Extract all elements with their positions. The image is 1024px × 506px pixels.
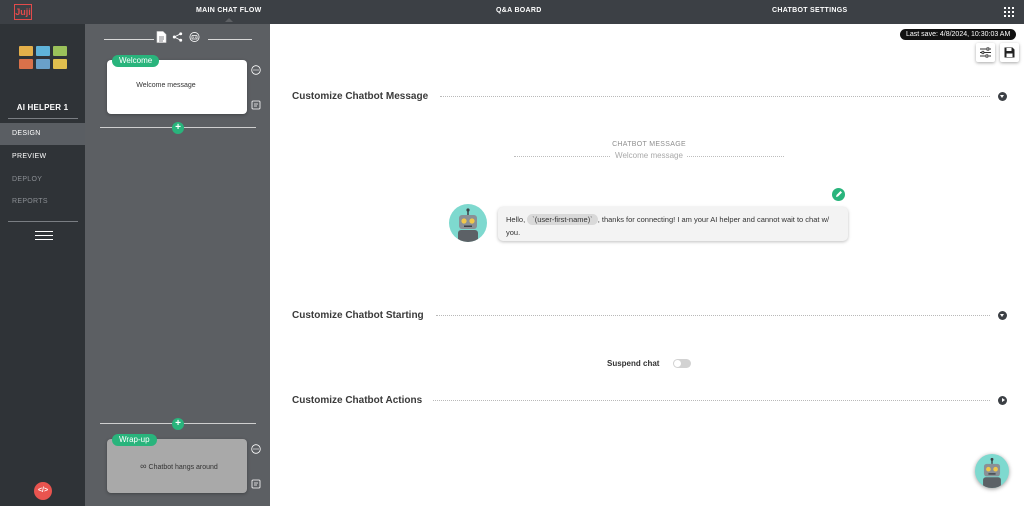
section-title-starting[interactable]: Customize Chatbot Starting (292, 310, 424, 321)
hamburger-icon[interactable] (35, 231, 53, 240)
note-icon[interactable] (251, 479, 261, 489)
tab-chatbot-settings[interactable]: CHATBOT SETTINGS (772, 7, 847, 14)
section-title-actions[interactable]: Customize Chatbot Actions (292, 395, 422, 406)
team-avatars-image (19, 46, 67, 70)
edit-message-button[interactable] (832, 188, 845, 201)
comment-icon[interactable] (251, 65, 261, 75)
suspend-chat-toggle[interactable] (673, 359, 691, 368)
message-name: Welcome message (514, 151, 784, 160)
section-rule (436, 315, 990, 316)
divider (8, 221, 78, 222)
robot-avatar-icon (983, 457, 1001, 488)
infinity-icon: ∞ (140, 461, 147, 471)
menu-item-reports: REPORTS (12, 198, 48, 205)
divider (8, 118, 78, 119)
toolbar-rule (104, 39, 154, 40)
menu-item-deploy: DEPLOY (12, 176, 43, 183)
save-button[interactable] (1000, 43, 1019, 62)
node-label: Welcome message (136, 82, 196, 89)
comment-icon[interactable] (251, 444, 261, 454)
share-icon[interactable] (172, 31, 183, 43)
chatbot-message-label: CHATBOT MESSAGE (612, 141, 686, 148)
chatbot-message-bubble[interactable]: Hello, `(user-first-name)`, thanks for c… (498, 207, 848, 241)
node-tag: Wrap-up (112, 434, 157, 446)
menu-item-design[interactable]: DESIGN (0, 123, 85, 145)
top-bar: Juji MAIN CHAT FLOW Q&A BOARD CHATBOT SE… (0, 0, 1024, 24)
note-icon[interactable] (251, 100, 261, 110)
chat-flow-panel: Welcome Welcome message + + Wrap-up ∞ Ch… (85, 24, 270, 506)
sliders-icon (980, 47, 991, 58)
juji-logo[interactable]: Juji (14, 4, 32, 20)
collapse-toggle-icon[interactable] (998, 311, 1007, 320)
suspend-chat-label: Suspend chat (607, 359, 660, 368)
expand-toggle-icon[interactable] (998, 396, 1007, 405)
embed-code-button[interactable]: </> (34, 482, 52, 500)
section-rule (433, 400, 990, 401)
apps-grid-icon[interactable] (1004, 7, 1014, 17)
last-save-status: Last save: 4/8/2024, 10:30:03 AM (900, 29, 1017, 40)
collapse-toggle-icon[interactable] (998, 92, 1007, 101)
save-icon (1004, 47, 1015, 58)
variable-chip: `(user-first-name)` (527, 214, 598, 225)
robot-avatar-icon (458, 208, 478, 242)
add-node-button[interactable]: + (172, 418, 184, 430)
tab-main-chat-flow[interactable]: MAIN CHAT FLOW (196, 7, 262, 22)
flow-node-welcome[interactable]: Welcome Welcome message (107, 55, 247, 114)
chatbot-launcher-button[interactable] (975, 454, 1009, 488)
section-title-message[interactable]: Customize Chatbot Message (292, 91, 428, 102)
section-rule (440, 96, 990, 97)
robot-icon[interactable] (189, 31, 200, 43)
add-node-button[interactable]: + (172, 122, 184, 134)
left-sidebar: AI HELPER 1 DESIGN PREVIEW DEPLOY REPORT… (0, 24, 85, 506)
chatbot-avatar (449, 204, 487, 242)
toolbar-rule (208, 39, 252, 40)
flow-node-wrap-up[interactable]: Wrap-up ∞ Chatbot hangs around (107, 434, 247, 493)
node-label: ∞ Chatbot hangs around (140, 461, 218, 471)
pencil-icon (836, 191, 842, 197)
assistant-name: AI HELPER 1 (16, 103, 69, 112)
node-tag: Welcome (112, 55, 160, 67)
settings-sliders-button[interactable] (976, 43, 995, 62)
document-icon[interactable] (156, 31, 167, 43)
menu-item-preview[interactable]: PREVIEW (0, 146, 85, 168)
tab-qa-board[interactable]: Q&A BOARD (496, 7, 542, 14)
